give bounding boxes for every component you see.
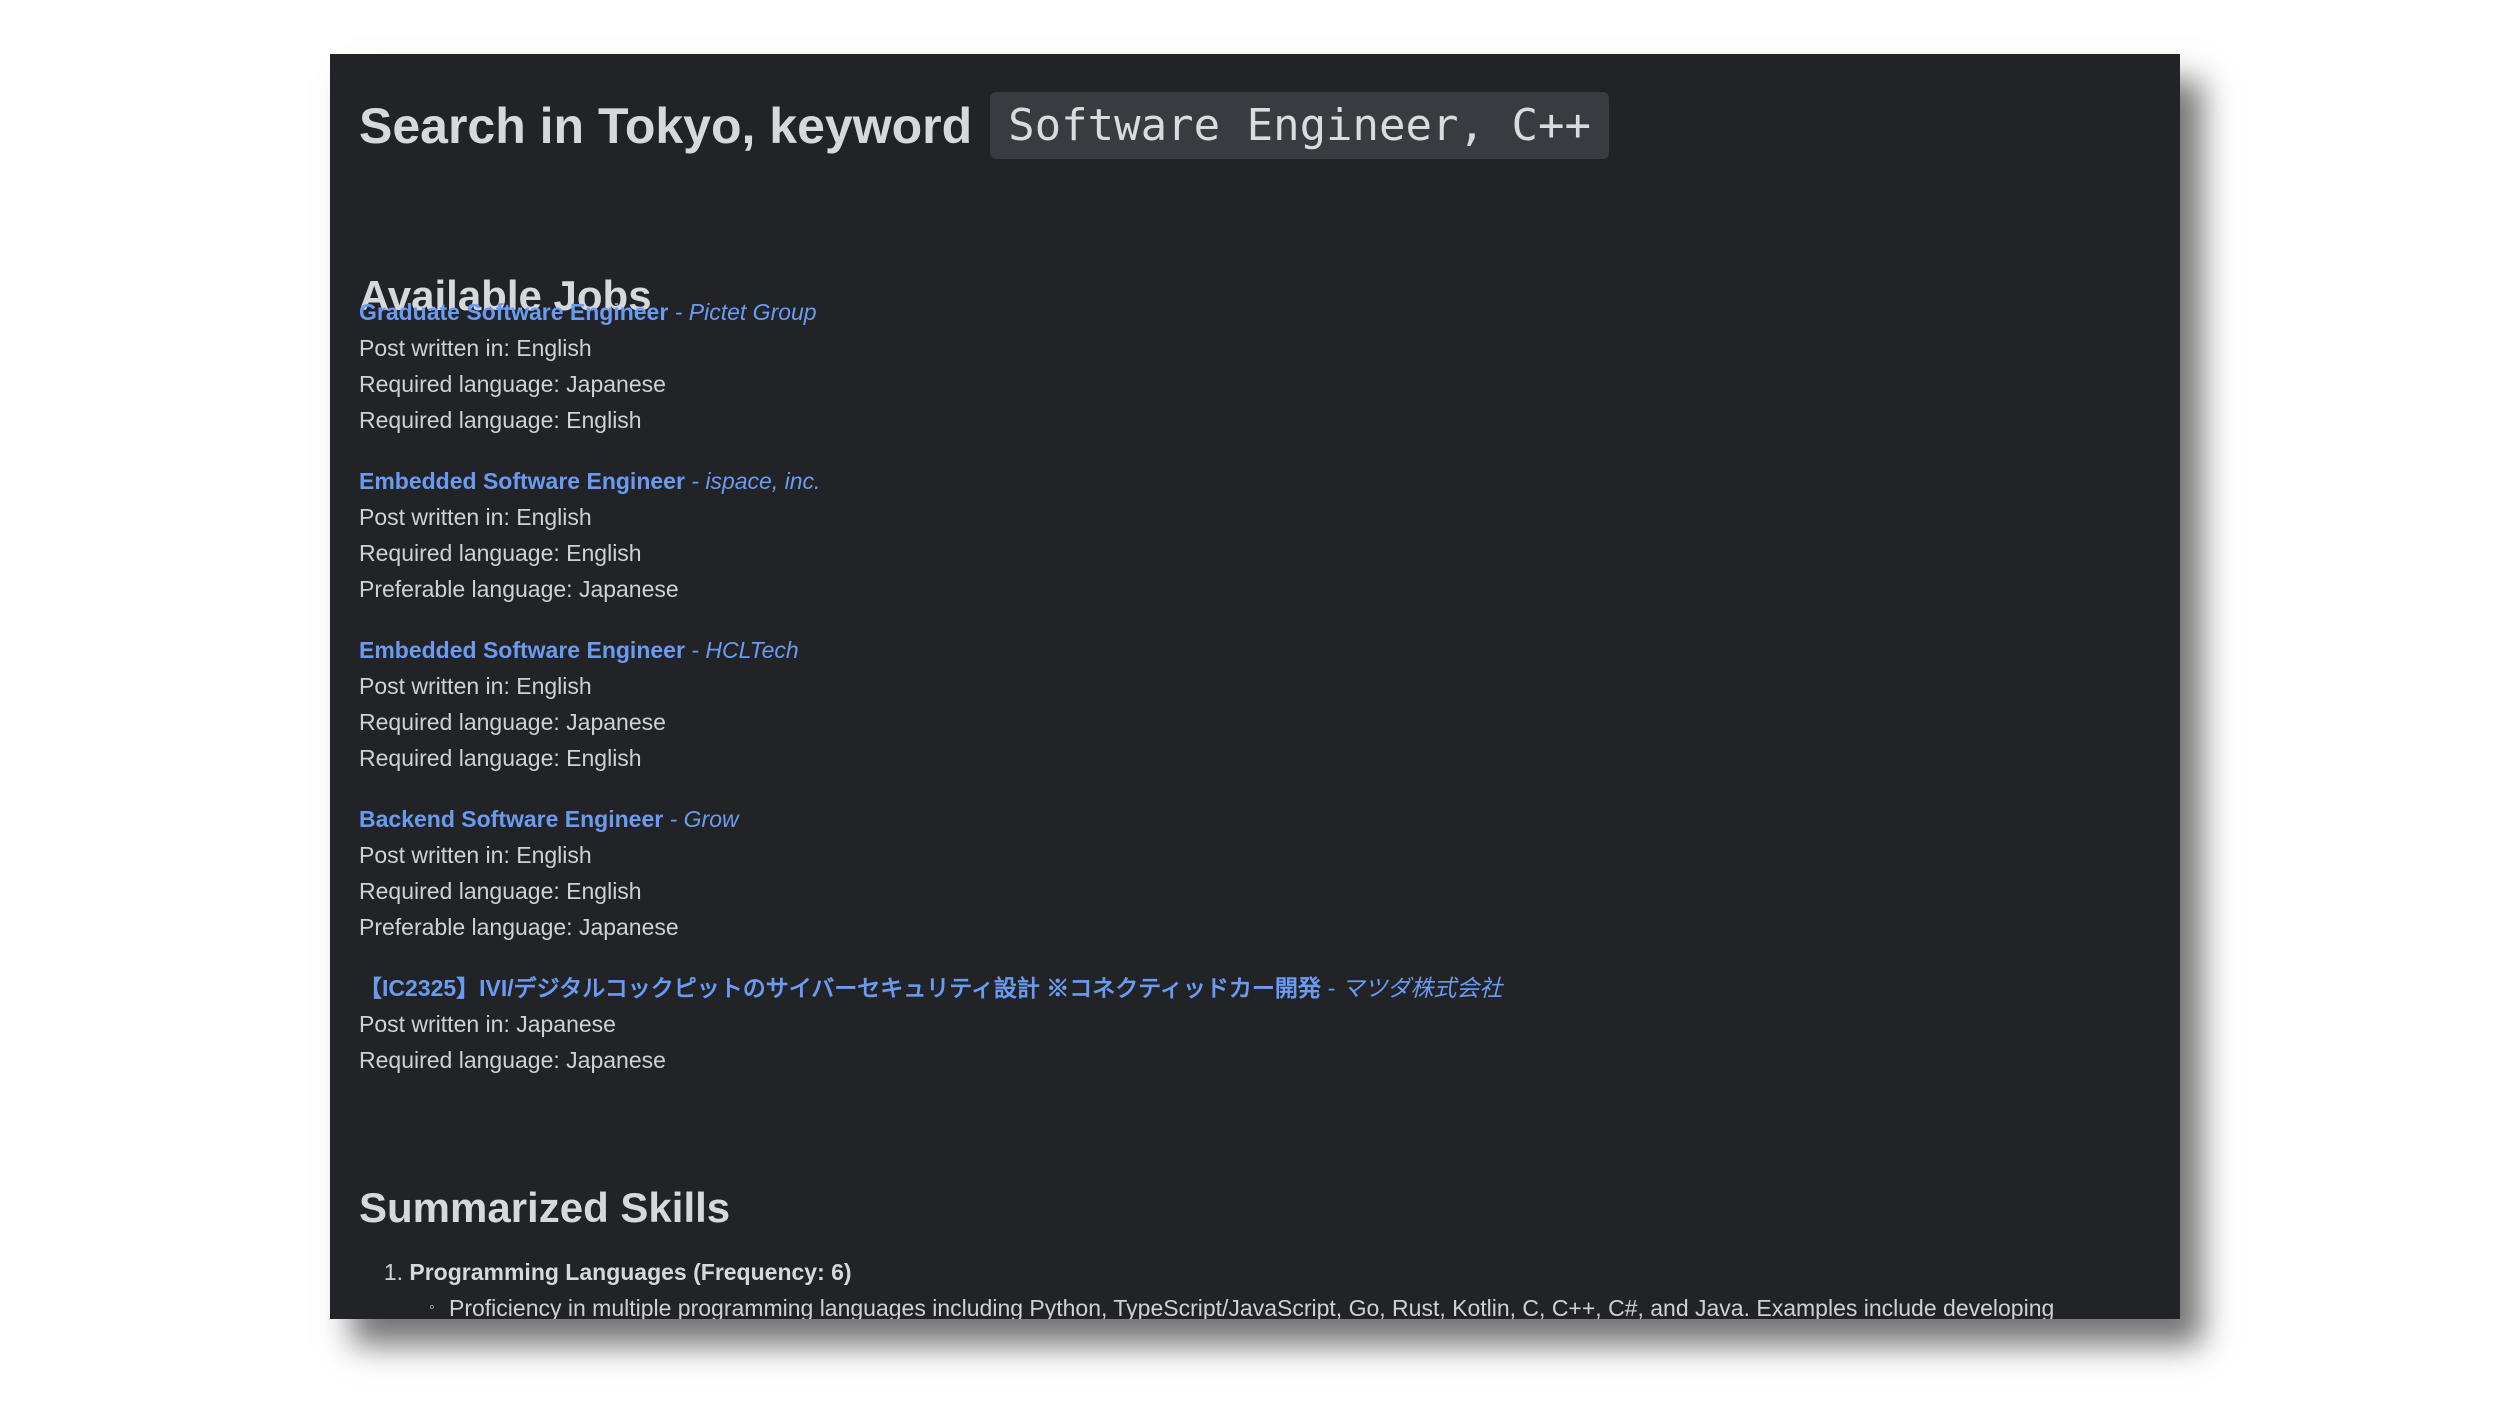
- job-detail: Post written in: English: [359, 673, 592, 699]
- job-detail: Post written in: English: [359, 504, 592, 530]
- skill-description: ◦ Proficiency in multiple programming la…: [429, 1290, 2139, 1319]
- job-detail: Required language: English: [359, 745, 642, 771]
- job-detail: Preferable language: Japanese: [359, 914, 679, 940]
- job-detail: Post written in: English: [359, 842, 592, 868]
- results-panel: Search in Tokyo, keyword Software Engine…: [330, 54, 2180, 1319]
- job-item: Backend Software Engineer - Grow Post wr…: [359, 801, 2059, 945]
- job-detail: Required language: English: [359, 878, 642, 904]
- job-title-link[interactable]: Graduate Software Engineer: [359, 299, 668, 325]
- hollow-bullet-icon: ◦: [429, 1299, 435, 1316]
- job-item: Embedded Software Engineer - ispace, inc…: [359, 463, 2059, 607]
- skill-item: 1. Programming Languages (Frequency: 6): [359, 1254, 2149, 1290]
- page-title: Search in Tokyo, keyword: [359, 97, 973, 154]
- job-separator: -: [668, 299, 689, 325]
- job-separator: -: [1320, 975, 1342, 1001]
- job-separator: -: [684, 637, 706, 663]
- job-company: マツダ株式会社: [1341, 975, 1503, 1001]
- job-detail: Preferable language: Japanese: [359, 576, 679, 602]
- search-keyword: Software Engineer, C++: [990, 92, 1609, 159]
- job-company: HCLTech: [705, 637, 799, 663]
- job-separator: -: [663, 806, 684, 832]
- search-header: Search in Tokyo, keyword Software Engine…: [359, 92, 1609, 159]
- job-company: Pictet Group: [688, 299, 817, 325]
- job-item: Embedded Software Engineer - HCLTech Pos…: [359, 632, 2059, 776]
- job-company: Grow: [683, 806, 739, 832]
- job-detail: Post written in: Japanese: [359, 1011, 616, 1037]
- job-item: Graduate Software Engineer - Pictet Grou…: [359, 294, 2059, 438]
- job-header: Embedded Software Engineer - ispace, inc…: [359, 463, 2059, 499]
- job-title-link[interactable]: Embedded Software Engineer: [359, 637, 685, 663]
- job-title-link[interactable]: Embedded Software Engineer: [359, 468, 685, 494]
- skills-list: 1. Programming Languages (Frequency: 6) …: [359, 1254, 2149, 1319]
- summarized-skills-heading: Summarized Skills: [359, 1184, 731, 1231]
- job-title-link[interactable]: 【IC2325】IVI/デジタルコックピットのサイバーセキュリティ設計 ※コネク…: [359, 975, 1321, 1001]
- job-header: Embedded Software Engineer - HCLTech: [359, 632, 2059, 668]
- job-detail: Required language: English: [359, 540, 642, 566]
- job-header: 【IC2325】IVI/デジタルコックピットのサイバーセキュリティ設計 ※コネク…: [359, 970, 2059, 1006]
- job-header: Graduate Software Engineer - Pictet Grou…: [359, 294, 2059, 330]
- job-detail: Required language: English: [359, 407, 642, 433]
- job-detail: Required language: Japanese: [359, 1047, 666, 1073]
- job-list: Graduate Software Engineer - Pictet Grou…: [359, 294, 2059, 1103]
- job-detail: Required language: Japanese: [359, 371, 666, 397]
- skill-number: 1.: [383, 1259, 403, 1285]
- skill-description-text: Proficiency in multiple programming lang…: [449, 1295, 2055, 1319]
- job-company: ispace, inc.: [705, 468, 821, 494]
- job-item: 【IC2325】IVI/デジタルコックピットのサイバーセキュリティ設計 ※コネク…: [359, 970, 2059, 1078]
- job-title-link[interactable]: Backend Software Engineer: [359, 806, 663, 832]
- job-detail: Required language: Japanese: [359, 709, 666, 735]
- job-detail: Post written in: English: [359, 335, 592, 361]
- job-separator: -: [684, 468, 706, 494]
- skill-name: Programming Languages (Frequency: 6): [409, 1259, 852, 1285]
- job-header: Backend Software Engineer - Grow: [359, 801, 2059, 837]
